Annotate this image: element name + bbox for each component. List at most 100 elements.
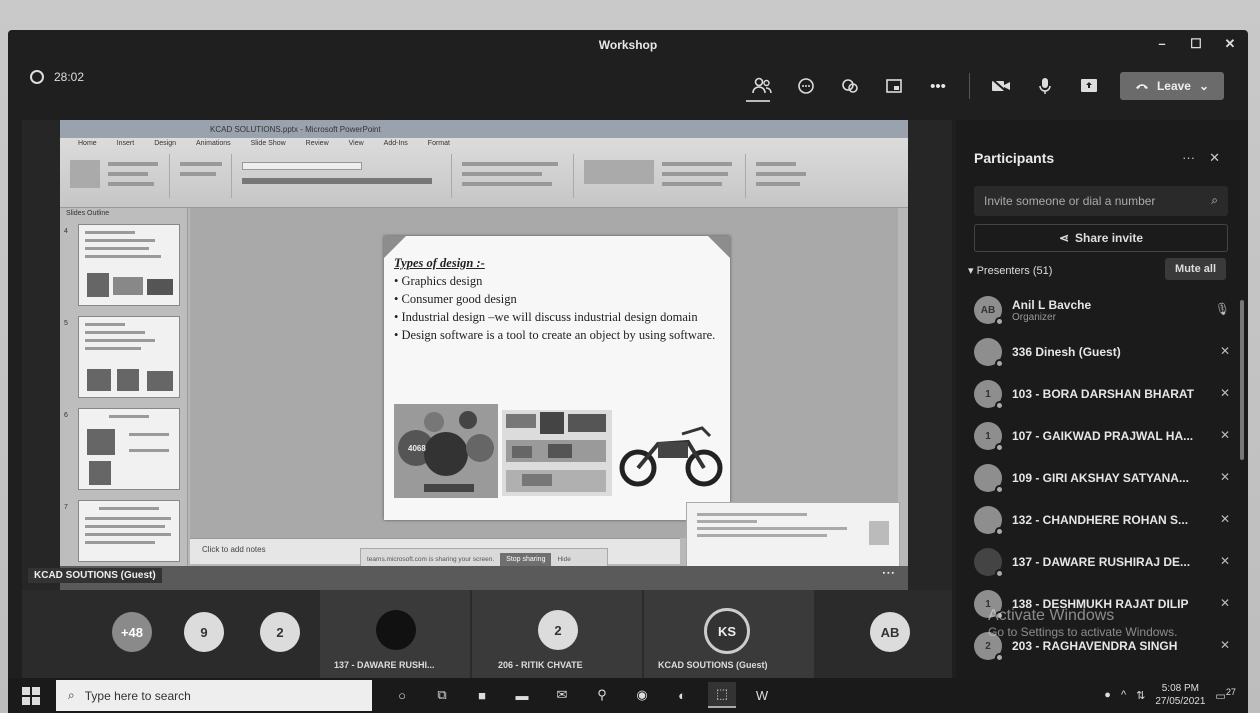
invite-input[interactable]: Invite someone or dial a number ⌕ bbox=[974, 186, 1228, 216]
close-button[interactable]: ✕ bbox=[1222, 36, 1238, 52]
participant-tile[interactable]: AB bbox=[870, 612, 910, 652]
slide-thumbnail[interactable] bbox=[78, 316, 180, 398]
phone-icon bbox=[1135, 79, 1149, 93]
chevron-up-icon[interactable]: ^ bbox=[1121, 689, 1126, 701]
camera-off-icon[interactable] bbox=[988, 73, 1014, 99]
mute-all-button[interactable]: Mute all bbox=[1165, 258, 1226, 280]
mic-off-icon[interactable]: ✕ bbox=[1220, 638, 1230, 652]
mic-off-icon[interactable]: ✕ bbox=[1220, 470, 1230, 484]
avatar: 1 bbox=[974, 422, 1004, 452]
presenter-name-tag: KCAD SOUTIONS (Guest) bbox=[28, 568, 162, 583]
network-icon[interactable]: ⇅ bbox=[1136, 689, 1145, 702]
participant-tile[interactable]: 2 bbox=[260, 612, 300, 652]
user-avatar-icon[interactable]: ● bbox=[1104, 689, 1111, 701]
panel-scrollbar[interactable] bbox=[1240, 300, 1244, 460]
mic-off-icon[interactable]: ✕ bbox=[1220, 512, 1230, 526]
mail-icon[interactable]: ✉ bbox=[548, 682, 576, 708]
reactions-icon[interactable] bbox=[837, 73, 863, 99]
presenters-header[interactable]: ▾ Presenters (51) bbox=[968, 264, 1052, 277]
chrome-icon[interactable]: ◉ bbox=[628, 682, 656, 708]
video-tile[interactable]: 137 - DAWARE RUSHI... bbox=[320, 590, 470, 678]
rooms-icon[interactable] bbox=[881, 73, 907, 99]
mic-off-icon[interactable]: ✕ bbox=[1220, 596, 1230, 610]
word-icon[interactable]: W bbox=[748, 682, 776, 708]
video-tile[interactable]: 2 206 - RITIK CHVATE bbox=[472, 590, 642, 678]
mic-icon[interactable]: 🎙 bbox=[1215, 302, 1230, 316]
ppt-tab[interactable]: Home bbox=[78, 140, 97, 147]
notification-icon[interactable]: ▭27 bbox=[1215, 687, 1236, 703]
taskbar-search-box[interactable]: ⌕ Type here to search bbox=[56, 680, 372, 711]
participant-name: 203 - RAGHAVENDRA SINGH bbox=[1012, 639, 1178, 653]
participant-tile[interactable]: 9 bbox=[184, 612, 224, 652]
participant-row[interactable]: 137 - DAWARE RUSHIRAJ DE... ✕ bbox=[974, 542, 1236, 582]
search-app-icon[interactable]: ⚲ bbox=[588, 682, 616, 708]
ppt-tab[interactable]: View bbox=[349, 140, 364, 147]
participant-row[interactable]: 132 - CHANDHERE ROHAN S... ✕ bbox=[974, 500, 1236, 540]
slides-outline-tabs[interactable]: Slides Outline bbox=[66, 210, 109, 217]
windows-start-icon[interactable] bbox=[22, 687, 40, 705]
slide-thumbnail[interactable] bbox=[78, 224, 180, 306]
participant-name: 137 - DAWARE RUSHIRAJ DE... bbox=[1012, 555, 1191, 569]
hide-link[interactable]: Hide bbox=[557, 556, 570, 563]
notification-toast[interactable] bbox=[686, 502, 900, 572]
file-explorer-icon[interactable]: ▬ bbox=[508, 682, 536, 708]
ppt-tab[interactable]: Add-Ins bbox=[384, 140, 408, 147]
stop-sharing-button[interactable]: Stop sharing bbox=[500, 552, 552, 566]
close-panel-icon[interactable]: ✕ bbox=[1209, 150, 1220, 166]
activate-windows-watermark: Activate Windows Go to Settings to activ… bbox=[988, 608, 1177, 640]
minimize-button[interactable]: – bbox=[1154, 36, 1170, 52]
invite-placeholder: Invite someone or dial a number bbox=[984, 194, 1156, 208]
participant-name: 336 Dinesh (Guest) bbox=[1012, 345, 1121, 359]
overflow-participants-badge[interactable]: +48 bbox=[112, 612, 152, 652]
participant-row[interactable]: 109 - GIRI AKSHAY SATYANA... ✕ bbox=[974, 458, 1236, 498]
participant-row[interactable]: 1 103 - BORA DARSHAN BHARAT ✕ bbox=[974, 374, 1236, 414]
taskbar-clock[interactable]: 5:08 PM 27/05/2021 bbox=[1155, 682, 1205, 708]
slide-editing-canvas: Types of design :- • Graphics design • C… bbox=[190, 208, 898, 538]
clock-icon bbox=[30, 70, 44, 84]
current-slide[interactable]: Types of design :- • Graphics design • C… bbox=[384, 236, 730, 520]
mic-off-icon[interactable]: ✕ bbox=[1220, 428, 1230, 442]
search-icon[interactable]: ⌕ bbox=[1211, 193, 1218, 208]
leave-button[interactable]: Leave ⌄ bbox=[1120, 72, 1224, 100]
consumer-goods-image bbox=[502, 410, 612, 496]
teams-icon[interactable]: ⬚ bbox=[708, 682, 736, 708]
ppt-tab[interactable]: Design bbox=[154, 140, 176, 147]
mic-off-icon[interactable]: ✕ bbox=[1220, 386, 1230, 400]
taskbar-apps: ○ ⧉ ■ ▬ ✉ ⚲ ◉ ◐ ⬚ W bbox=[388, 682, 776, 708]
ppt-tab[interactable]: Insert bbox=[117, 140, 135, 147]
ppt-tab[interactable]: Slide Show bbox=[251, 140, 286, 147]
chevron-down-icon[interactable]: ⌄ bbox=[1199, 79, 1209, 93]
mic-off-icon[interactable]: ✕ bbox=[1220, 344, 1230, 358]
participant-avatar: 2 bbox=[538, 610, 578, 650]
panel-actions: ··· ✕ bbox=[1182, 150, 1220, 166]
cortana-icon[interactable]: ○ bbox=[388, 682, 416, 708]
watermark-line1: Activate Windows bbox=[988, 607, 1115, 624]
slide-thumbnail[interactable] bbox=[78, 500, 180, 562]
edge-icon[interactable]: ◐ bbox=[668, 682, 696, 708]
chat-icon[interactable] bbox=[793, 73, 819, 99]
slide-thumbnails-pane: Slides Outline 4 5 6 7 bbox=[60, 208, 188, 566]
participant-row[interactable]: 336 Dinesh (Guest) ✕ bbox=[974, 332, 1236, 372]
more-options-icon[interactable]: ··· bbox=[1182, 150, 1195, 166]
ribbon-group-paragraph bbox=[454, 154, 574, 198]
slide-text-box[interactable]: Types of design :- • Graphics design • C… bbox=[394, 254, 720, 344]
participant-row[interactable]: 1 107 - GAIKWAD PRAJWAL HA... ✕ bbox=[974, 416, 1236, 456]
ribbon-group-clipboard bbox=[60, 154, 170, 198]
tile-label: 137 - DAWARE RUSHI... bbox=[334, 660, 435, 670]
window-controls: – ☐ ✕ bbox=[1154, 36, 1238, 52]
participants-icon[interactable] bbox=[749, 73, 775, 99]
task-view-icon[interactable]: ⧉ bbox=[428, 682, 456, 708]
share-invite-button[interactable]: ⋖ Share invite bbox=[974, 224, 1228, 252]
share-tray-icon[interactable] bbox=[1076, 73, 1102, 99]
ppt-tab[interactable]: Review bbox=[306, 140, 329, 147]
mic-icon[interactable] bbox=[1032, 73, 1058, 99]
slide-thumbnail[interactable] bbox=[78, 408, 180, 490]
mic-off-icon[interactable]: ✕ bbox=[1220, 554, 1230, 568]
maximize-button[interactable]: ☐ bbox=[1188, 36, 1204, 52]
participant-row[interactable]: AB Anil L Bavche Organizer 🎙 bbox=[974, 290, 1236, 330]
more-icon[interactable]: ••• bbox=[925, 73, 951, 99]
video-tile-active-speaker[interactable]: KS KCAD SOUTIONS (Guest) bbox=[644, 590, 814, 678]
store-icon[interactable]: ■ bbox=[468, 682, 496, 708]
ppt-tab[interactable]: Format bbox=[428, 140, 450, 147]
ppt-tab[interactable]: Animations bbox=[196, 140, 231, 147]
